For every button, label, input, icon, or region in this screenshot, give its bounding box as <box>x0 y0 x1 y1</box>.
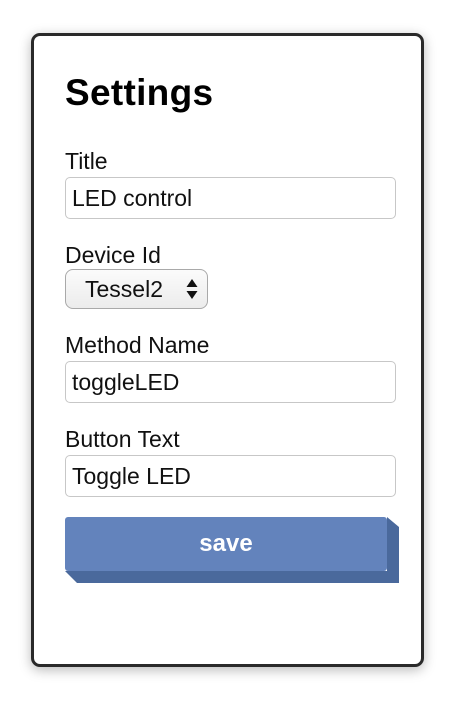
method-name-input[interactable] <box>65 361 396 403</box>
button-text-label: Button Text <box>65 426 180 452</box>
button-text-input[interactable] <box>65 455 396 497</box>
device-id-select[interactable]: Tessel2 <box>65 269 208 309</box>
page-title: Settings <box>65 72 214 113</box>
settings-panel: Settings Title Device Id Tessel2 Method … <box>31 33 424 667</box>
method-name-label: Method Name <box>65 332 210 358</box>
save-button-label: save <box>65 517 387 571</box>
save-button[interactable]: save <box>65 517 399 583</box>
title-label: Title <box>65 148 108 174</box>
device-id-label: Device Id <box>65 242 161 268</box>
device-id-selected-value: Tessel2 <box>85 275 163 302</box>
title-input[interactable] <box>65 177 396 219</box>
select-arrows-icon <box>186 279 198 299</box>
